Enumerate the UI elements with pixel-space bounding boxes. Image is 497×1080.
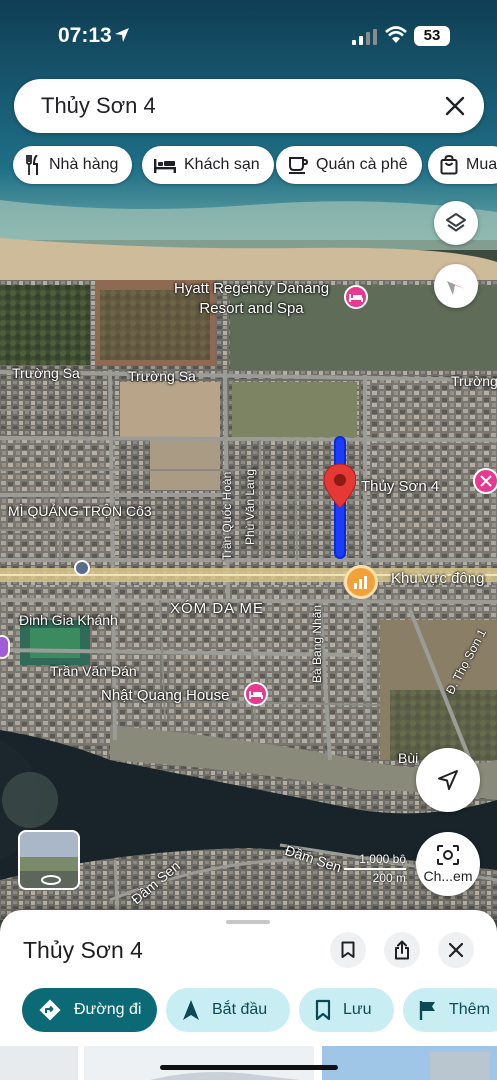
activity-marker-icon[interactable] (473, 468, 497, 494)
sheet-drag-handle[interactable] (226, 920, 270, 924)
compass-button[interactable] (434, 264, 478, 308)
street-label: Đinh Gia Khánh (19, 612, 118, 628)
chip-restaurants[interactable]: Nhà hàng (13, 146, 133, 184)
directions-label: Đường đi (74, 1001, 142, 1018)
bookmark-button[interactable] (330, 932, 366, 968)
home-indicator (160, 1065, 338, 1070)
save-label: Lưu (343, 1001, 372, 1018)
share-button[interactable] (384, 932, 420, 968)
search-input[interactable]: Thủy Sơn 4 (41, 93, 156, 119)
status-time: 07:13 (58, 24, 112, 47)
save-button[interactable]: Lưu (299, 988, 394, 1032)
poi-label[interactable]: MÌ QUẢNG TRỘN Cô3 (8, 503, 152, 519)
rotate-360-icon (41, 875, 61, 885)
location-pin-icon[interactable] (324, 464, 356, 508)
my-location-button[interactable] (416, 748, 480, 812)
start-button[interactable]: Bắt đầu (166, 988, 290, 1032)
area-label[interactable]: Khu vực đông (391, 570, 484, 587)
hotel-marker-icon[interactable] (344, 285, 368, 309)
navigation-arrow-icon (438, 770, 458, 790)
hotel-marker-icon[interactable] (244, 682, 268, 706)
more-label: Thêm (449, 1001, 490, 1018)
map-scale: 1.000 bộ 200 m (344, 852, 406, 885)
wifi-icon (385, 26, 407, 43)
chip-label: Khách sạn (184, 156, 260, 173)
close-icon (449, 943, 463, 957)
layers-button[interactable] (434, 201, 478, 245)
area-marker-icon[interactable] (344, 565, 378, 599)
street-view-thumbnail[interactable] (18, 830, 80, 890)
bookmark-icon (315, 999, 331, 1021)
flag-icon (419, 1001, 435, 1020)
street-label: Trường Sa (12, 365, 80, 381)
hotel-label[interactable]: Hyatt Regency Danang Resort and Spa (174, 279, 329, 319)
chip-label: Mua (466, 156, 497, 173)
layers-icon (446, 213, 466, 232)
more-button[interactable]: Thêm (403, 988, 497, 1032)
camera-button-label: Ch...em (423, 868, 473, 884)
camera-scan-icon (437, 845, 459, 865)
compass-icon (447, 281, 465, 295)
street-label: Trần Văn Đán (50, 663, 137, 679)
street-label: Bùi (398, 750, 419, 766)
shopping-bag-icon (440, 155, 458, 175)
bookmark-icon (341, 941, 355, 958)
street-label: Trường Sa (128, 368, 196, 384)
hotel-label[interactable]: Nhật Quang House (101, 687, 229, 704)
directions-button[interactable]: Đường đi (22, 988, 157, 1032)
coffee-icon (289, 157, 308, 174)
battery-indicator: 53 (414, 26, 450, 46)
navigation-arrow-icon (183, 1000, 199, 1020)
chip-shopping[interactable]: Mua (428, 146, 497, 184)
search-bar[interactable]: Thủy Sơn 4 (14, 79, 484, 133)
neighborhood-label: XÓM DA ME (170, 600, 265, 617)
chip-cafes[interactable]: Quán cà phê (276, 146, 422, 184)
poi-marker-icon[interactable] (0, 635, 10, 659)
close-sheet-button[interactable] (438, 932, 474, 968)
location-arrow-icon (115, 28, 129, 42)
bed-icon (154, 159, 176, 173)
transit-marker-icon[interactable] (74, 560, 90, 576)
street-label: Bà Bang Nhãn (310, 604, 324, 683)
category-chips: Nhà hàng Khách sạn Quán cà phê Mua (0, 146, 497, 186)
directions-icon (39, 999, 61, 1021)
place-photos[interactable] (0, 1046, 497, 1080)
street-label: Phù Văn Lang (243, 468, 257, 545)
place-title: Thủy Sơn 4 (23, 937, 143, 963)
photo-thumbnails (0, 1046, 497, 1080)
chip-hotels[interactable]: Khách sạn (142, 146, 274, 184)
place-bottom-sheet[interactable]: Thủy Sơn 4 Đường đi Bắt đầu Lưu Thêm (0, 910, 497, 1080)
chip-label: Quán cà phê (316, 156, 408, 173)
street-label: Trường (451, 373, 497, 389)
share-icon (395, 940, 409, 960)
close-icon[interactable] (442, 93, 468, 119)
street-label: Trần Quốc Hoàn (220, 471, 234, 560)
fork-knife-icon (26, 155, 38, 175)
camera-search-button[interactable]: Ch...em (416, 832, 480, 896)
place-label: Thủy Sơn 4 (361, 478, 440, 495)
start-label: Bắt đầu (212, 1001, 268, 1018)
status-bar: 07:13 53 (0, 0, 497, 74)
chip-label: Nhà hàng (49, 156, 119, 173)
cellular-signal-icon (352, 29, 377, 45)
